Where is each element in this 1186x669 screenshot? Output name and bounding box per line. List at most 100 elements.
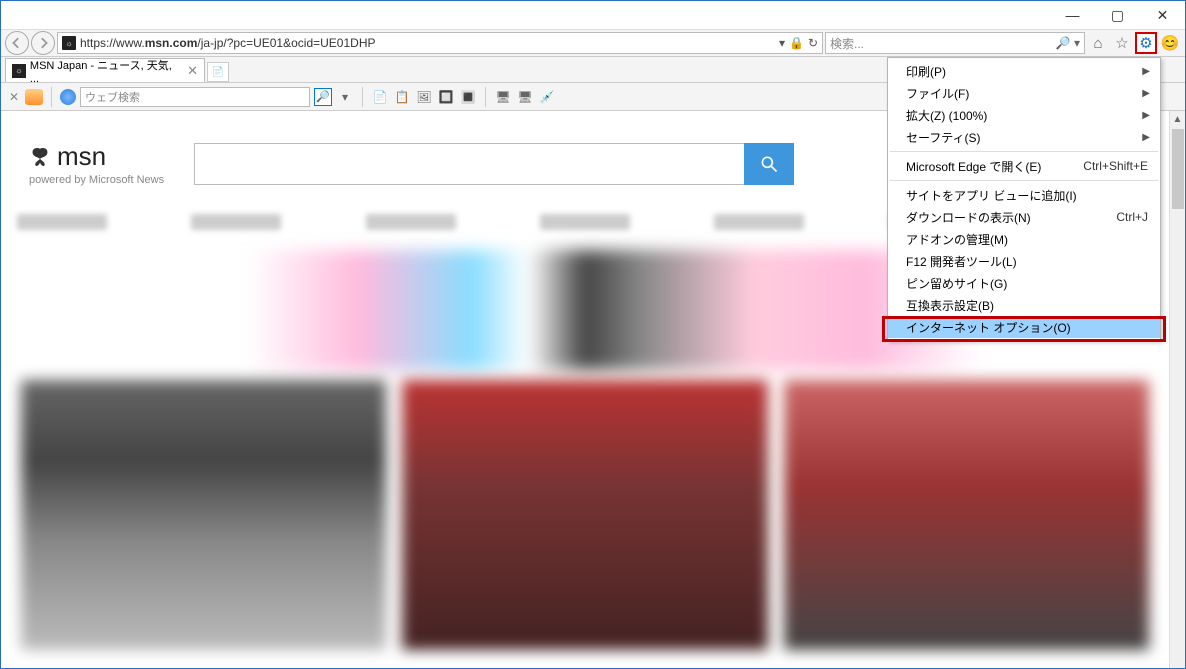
- toolbar-search-placeholder: ウェブ検索: [85, 89, 140, 105]
- menu-label: インターネット オプション(O): [906, 319, 1071, 336]
- menu-shortcut: Ctrl+Shift+E: [1083, 159, 1148, 173]
- minimize-icon: —: [1066, 7, 1080, 23]
- toolbar-tool-7[interactable]: 🖥: [516, 88, 534, 106]
- toolbar-tool-5[interactable]: 🔳: [459, 88, 477, 106]
- browser-search-field[interactable]: 検索... 🔎 ▾: [825, 32, 1085, 54]
- maximize-button[interactable]: ▢: [1095, 1, 1140, 29]
- menu-open-edge[interactable]: Microsoft Edge で開く(E) Ctrl+Shift+E: [888, 155, 1160, 177]
- back-button[interactable]: [5, 31, 29, 55]
- feedback-button[interactable]: 😊: [1159, 32, 1181, 54]
- menu-safety[interactable]: セーフティ(S) ▶: [888, 126, 1160, 148]
- news-card-blurred: [402, 380, 767, 650]
- separator: [485, 87, 486, 107]
- forward-button[interactable]: [31, 31, 55, 55]
- toolbar-tool-4[interactable]: 🔲: [437, 88, 455, 106]
- url-host: www.: [116, 36, 145, 50]
- close-icon: ✕: [1157, 7, 1169, 24]
- menu-label: 拡大(Z) (100%): [906, 107, 987, 124]
- chevron-right-icon: ▶: [1142, 88, 1150, 99]
- menu-label: 印刷(P): [906, 63, 946, 80]
- toolbar-tool-6[interactable]: 🖥: [494, 88, 512, 106]
- menu-print[interactable]: 印刷(P) ▶: [888, 60, 1160, 82]
- scrollbar-thumb[interactable]: [1172, 129, 1184, 209]
- chevron-right-icon: ▶: [1142, 110, 1150, 121]
- tab-close-button[interactable]: ✕: [187, 63, 198, 79]
- scroll-up-icon[interactable]: ▲: [1170, 111, 1186, 127]
- menu-compat-view[interactable]: 互換表示設定(B): [888, 294, 1160, 316]
- menu-shortcut: Ctrl+J: [1116, 210, 1148, 224]
- tools-button[interactable]: ⚙: [1135, 32, 1157, 54]
- refresh-icon[interactable]: ↻: [808, 36, 818, 50]
- camera-icon[interactable]: [25, 89, 43, 105]
- menu-manage-addons[interactable]: アドオンの管理(M): [888, 228, 1160, 250]
- globe-icon[interactable]: [60, 89, 76, 105]
- msn-search-input[interactable]: [194, 143, 744, 185]
- chevron-right-icon: ▶: [1142, 66, 1150, 77]
- menu-label: サイトをアプリ ビューに追加(I): [906, 187, 1077, 204]
- tab-favicon: ☼: [12, 64, 26, 78]
- toolbar-search-field[interactable]: ウェブ検索: [80, 87, 310, 107]
- toolbar-search-dropdown[interactable]: ▾: [336, 88, 354, 106]
- smile-icon: 😊: [1161, 34, 1180, 52]
- search-placeholder: 検索...: [830, 35, 864, 52]
- address-bar: ☼ https:// www. msn.com /ja-jp/?pc=UE01&…: [1, 29, 1185, 57]
- menu-label: F12 開発者ツール(L): [906, 253, 1017, 270]
- msn-butterfly-icon: [29, 146, 51, 168]
- window-titlebar: — ▢ ✕: [1, 1, 1185, 29]
- gear-icon: ⚙: [1139, 34, 1152, 52]
- msn-search-button[interactable]: [744, 143, 794, 185]
- home-button[interactable]: ⌂: [1087, 32, 1109, 54]
- toolbar-search-button[interactable]: 🔎: [314, 88, 332, 106]
- msn-logo-text: msn: [57, 141, 106, 172]
- menu-label: ファイル(F): [906, 85, 969, 102]
- separator: [51, 87, 52, 107]
- vertical-scrollbar[interactable]: ▲: [1169, 111, 1185, 668]
- separator: [362, 87, 363, 107]
- url-field[interactable]: ☼ https:// www. msn.com /ja-jp/?pc=UE01&…: [57, 32, 823, 54]
- site-favicon: ☼: [62, 36, 76, 50]
- toolbar-tool-1[interactable]: 📄: [371, 88, 389, 106]
- chevron-right-icon: ▶: [1142, 132, 1150, 143]
- toolbar-eyedropper[interactable]: 💉: [538, 88, 556, 106]
- menu-label: 互換表示設定(B): [906, 297, 994, 314]
- star-icon: ☆: [1115, 34, 1128, 52]
- new-tab-button[interactable]: 📄: [207, 62, 229, 82]
- close-button[interactable]: ✕: [1140, 1, 1185, 29]
- toolbar-tool-2[interactable]: 📋: [393, 88, 411, 106]
- home-icon: ⌂: [1093, 35, 1102, 52]
- search-dropdown-icon[interactable]: ▾: [1074, 36, 1080, 50]
- menu-add-app-view[interactable]: サイトをアプリ ビューに追加(I): [888, 184, 1160, 206]
- news-card-blurred: [21, 380, 386, 650]
- menu-downloads[interactable]: ダウンロードの表示(N) Ctrl+J: [888, 206, 1160, 228]
- new-tab-icon: 📄: [212, 67, 224, 78]
- tab-active[interactable]: ☼ MSN Japan - ニュース, 天気, ... ✕: [5, 58, 205, 82]
- tab-title: MSN Japan - ニュース, 天気, ...: [30, 57, 183, 85]
- search-icon: 🔎: [316, 90, 330, 103]
- minimize-button[interactable]: —: [1050, 1, 1095, 29]
- toolbar-close-button[interactable]: ✕: [7, 90, 21, 104]
- menu-separator: [890, 180, 1158, 181]
- menu-pinned-sites[interactable]: ピン留めサイト(G): [888, 272, 1160, 294]
- menu-f12-tools[interactable]: F12 開発者ツール(L): [888, 250, 1160, 272]
- search-icon: [759, 154, 779, 174]
- msn-search: [194, 143, 794, 185]
- url-path: /ja-jp/?pc=UE01&ocid=UE01DHP: [197, 36, 375, 50]
- search-magnify-icon[interactable]: 🔎: [1056, 36, 1071, 50]
- menu-zoom[interactable]: 拡大(Z) (100%) ▶: [888, 104, 1160, 126]
- menu-internet-options[interactable]: インターネット オプション(O): [888, 316, 1160, 338]
- menu-label: ダウンロードの表示(N): [906, 209, 1031, 226]
- news-card-blurred: [784, 380, 1149, 650]
- menu-label: ピン留めサイト(G): [906, 275, 1007, 292]
- toolbar-tool-3[interactable]: 🖼: [415, 88, 433, 106]
- url-dropdown-icon[interactable]: ▾: [779, 36, 785, 50]
- menu-label: セーフティ(S): [906, 129, 981, 146]
- msn-logo-block: msn powered by Microsoft News: [29, 141, 164, 186]
- menu-label: Microsoft Edge で開く(E): [906, 158, 1041, 175]
- menu-label: アドオンの管理(M): [906, 231, 1008, 248]
- menu-separator: [890, 151, 1158, 152]
- favorites-button[interactable]: ☆: [1111, 32, 1133, 54]
- maximize-icon: ▢: [1111, 7, 1124, 24]
- msn-cards-row: [1, 380, 1169, 650]
- tools-menu: 印刷(P)▶ ファイル(F)▶ 拡大(Z) (100%)▶ セーフティ(S)▶ …: [887, 57, 1161, 341]
- menu-file[interactable]: ファイル(F) ▶: [888, 82, 1160, 104]
